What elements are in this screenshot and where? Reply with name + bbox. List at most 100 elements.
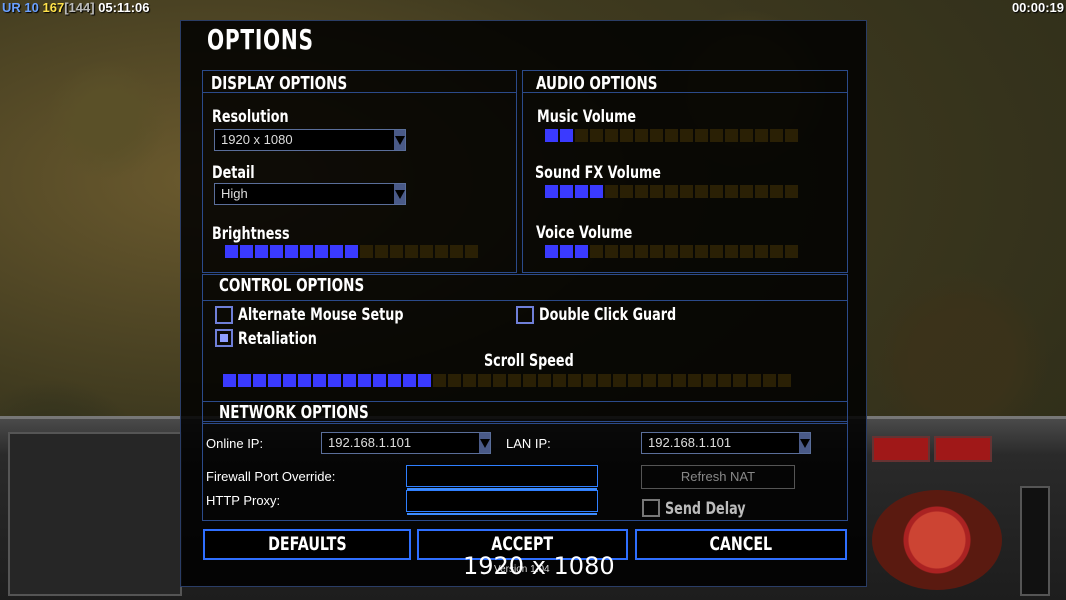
slider-segment[interactable] [268, 374, 281, 387]
retaliation-checkbox[interactable] [215, 329, 233, 347]
slider-segment[interactable] [313, 374, 326, 387]
slider-segment[interactable] [733, 374, 746, 387]
slider-segment[interactable] [740, 245, 753, 258]
slider-segment[interactable] [650, 129, 663, 142]
slider-segment[interactable] [665, 129, 678, 142]
slider-segment[interactable] [643, 374, 656, 387]
slider-segment[interactable] [770, 185, 783, 198]
slider-segment[interactable] [673, 374, 686, 387]
slider-segment[interactable] [553, 374, 566, 387]
slider-segment[interactable] [755, 129, 768, 142]
slider-segment[interactable] [298, 374, 311, 387]
slider-segment[interactable] [330, 245, 343, 258]
slider-segment[interactable] [605, 185, 618, 198]
lan-ip-dropdown[interactable]: 192.168.1.101 [641, 432, 811, 454]
sound-fx-volume-slider[interactable] [545, 185, 798, 198]
send-delay-checkbox[interactable] [642, 499, 660, 517]
slider-segment[interactable] [523, 374, 536, 387]
slider-segment[interactable] [568, 374, 581, 387]
slider-segment[interactable] [598, 374, 611, 387]
slider-segment[interactable] [575, 245, 588, 258]
slider-segment[interactable] [605, 245, 618, 258]
slider-segment[interactable] [725, 185, 738, 198]
slider-segment[interactable] [418, 374, 431, 387]
slider-segment[interactable] [285, 245, 298, 258]
slider-segment[interactable] [315, 245, 328, 258]
slider-segment[interactable] [560, 245, 573, 258]
slider-segment[interactable] [343, 374, 356, 387]
defaults-button[interactable]: DEFAULTS [203, 529, 411, 560]
slider-segment[interactable] [590, 185, 603, 198]
chevron-down-icon[interactable] [479, 433, 490, 453]
chevron-down-icon[interactable] [394, 184, 405, 204]
slider-segment[interactable] [628, 374, 641, 387]
slider-segment[interactable] [620, 129, 633, 142]
slider-segment[interactable] [658, 374, 671, 387]
slider-segment[interactable] [388, 374, 401, 387]
slider-segment[interactable] [763, 374, 776, 387]
online-ip-dropdown[interactable]: 192.168.1.101 [321, 432, 491, 454]
slider-segment[interactable] [710, 129, 723, 142]
slider-segment[interactable] [635, 245, 648, 258]
slider-segment[interactable] [778, 374, 791, 387]
slider-segment[interactable] [590, 129, 603, 142]
slider-segment[interactable] [403, 374, 416, 387]
slider-segment[interactable] [770, 245, 783, 258]
slider-segment[interactable] [620, 245, 633, 258]
slider-segment[interactable] [590, 245, 603, 258]
slider-segment[interactable] [300, 245, 313, 258]
slider-segment[interactable] [740, 129, 753, 142]
slider-segment[interactable] [755, 185, 768, 198]
resolution-dropdown[interactable]: 1920 x 1080 [214, 129, 406, 151]
slider-segment[interactable] [560, 129, 573, 142]
slider-segment[interactable] [450, 245, 463, 258]
alternate-mouse-checkbox[interactable] [215, 306, 233, 324]
sidebar-tab-1[interactable] [872, 436, 930, 462]
slider-segment[interactable] [703, 374, 716, 387]
slider-segment[interactable] [255, 245, 268, 258]
slider-segment[interactable] [680, 185, 693, 198]
voice-volume-slider[interactable] [545, 245, 798, 258]
slider-segment[interactable] [240, 245, 253, 258]
sidebar-tab-2[interactable] [934, 436, 992, 462]
slider-segment[interactable] [695, 185, 708, 198]
slider-segment[interactable] [605, 129, 618, 142]
slider-segment[interactable] [345, 245, 358, 258]
slider-segment[interactable] [680, 245, 693, 258]
slider-segment[interactable] [755, 245, 768, 258]
slider-segment[interactable] [238, 374, 251, 387]
slider-segment[interactable] [223, 374, 236, 387]
slider-segment[interactable] [785, 129, 798, 142]
slider-segment[interactable] [328, 374, 341, 387]
slider-segment[interactable] [405, 245, 418, 258]
cancel-button[interactable]: CANCEL [635, 529, 847, 560]
double-click-guard-checkbox[interactable] [516, 306, 534, 324]
slider-segment[interactable] [665, 245, 678, 258]
detail-dropdown[interactable]: High [214, 183, 406, 205]
slider-segment[interactable] [358, 374, 371, 387]
slider-segment[interactable] [270, 245, 283, 258]
slider-segment[interactable] [390, 245, 403, 258]
slider-segment[interactable] [448, 374, 461, 387]
slider-segment[interactable] [583, 374, 596, 387]
refresh-nat-button[interactable]: Refresh NAT [641, 465, 795, 489]
slider-segment[interactable] [253, 374, 266, 387]
slider-segment[interactable] [493, 374, 506, 387]
slider-segment[interactable] [538, 374, 551, 387]
slider-segment[interactable] [463, 374, 476, 387]
slider-segment[interactable] [545, 129, 558, 142]
slider-segment[interactable] [785, 245, 798, 258]
slider-segment[interactable] [770, 129, 783, 142]
slider-segment[interactable] [740, 185, 753, 198]
slider-segment[interactable] [650, 185, 663, 198]
slider-segment[interactable] [575, 129, 588, 142]
slider-segment[interactable] [695, 129, 708, 142]
slider-segment[interactable] [665, 185, 678, 198]
slider-segment[interactable] [465, 245, 478, 258]
slider-segment[interactable] [575, 185, 588, 198]
slider-segment[interactable] [680, 129, 693, 142]
brightness-slider[interactable] [225, 245, 478, 258]
slider-segment[interactable] [420, 245, 433, 258]
slider-segment[interactable] [373, 374, 386, 387]
slider-segment[interactable] [785, 185, 798, 198]
